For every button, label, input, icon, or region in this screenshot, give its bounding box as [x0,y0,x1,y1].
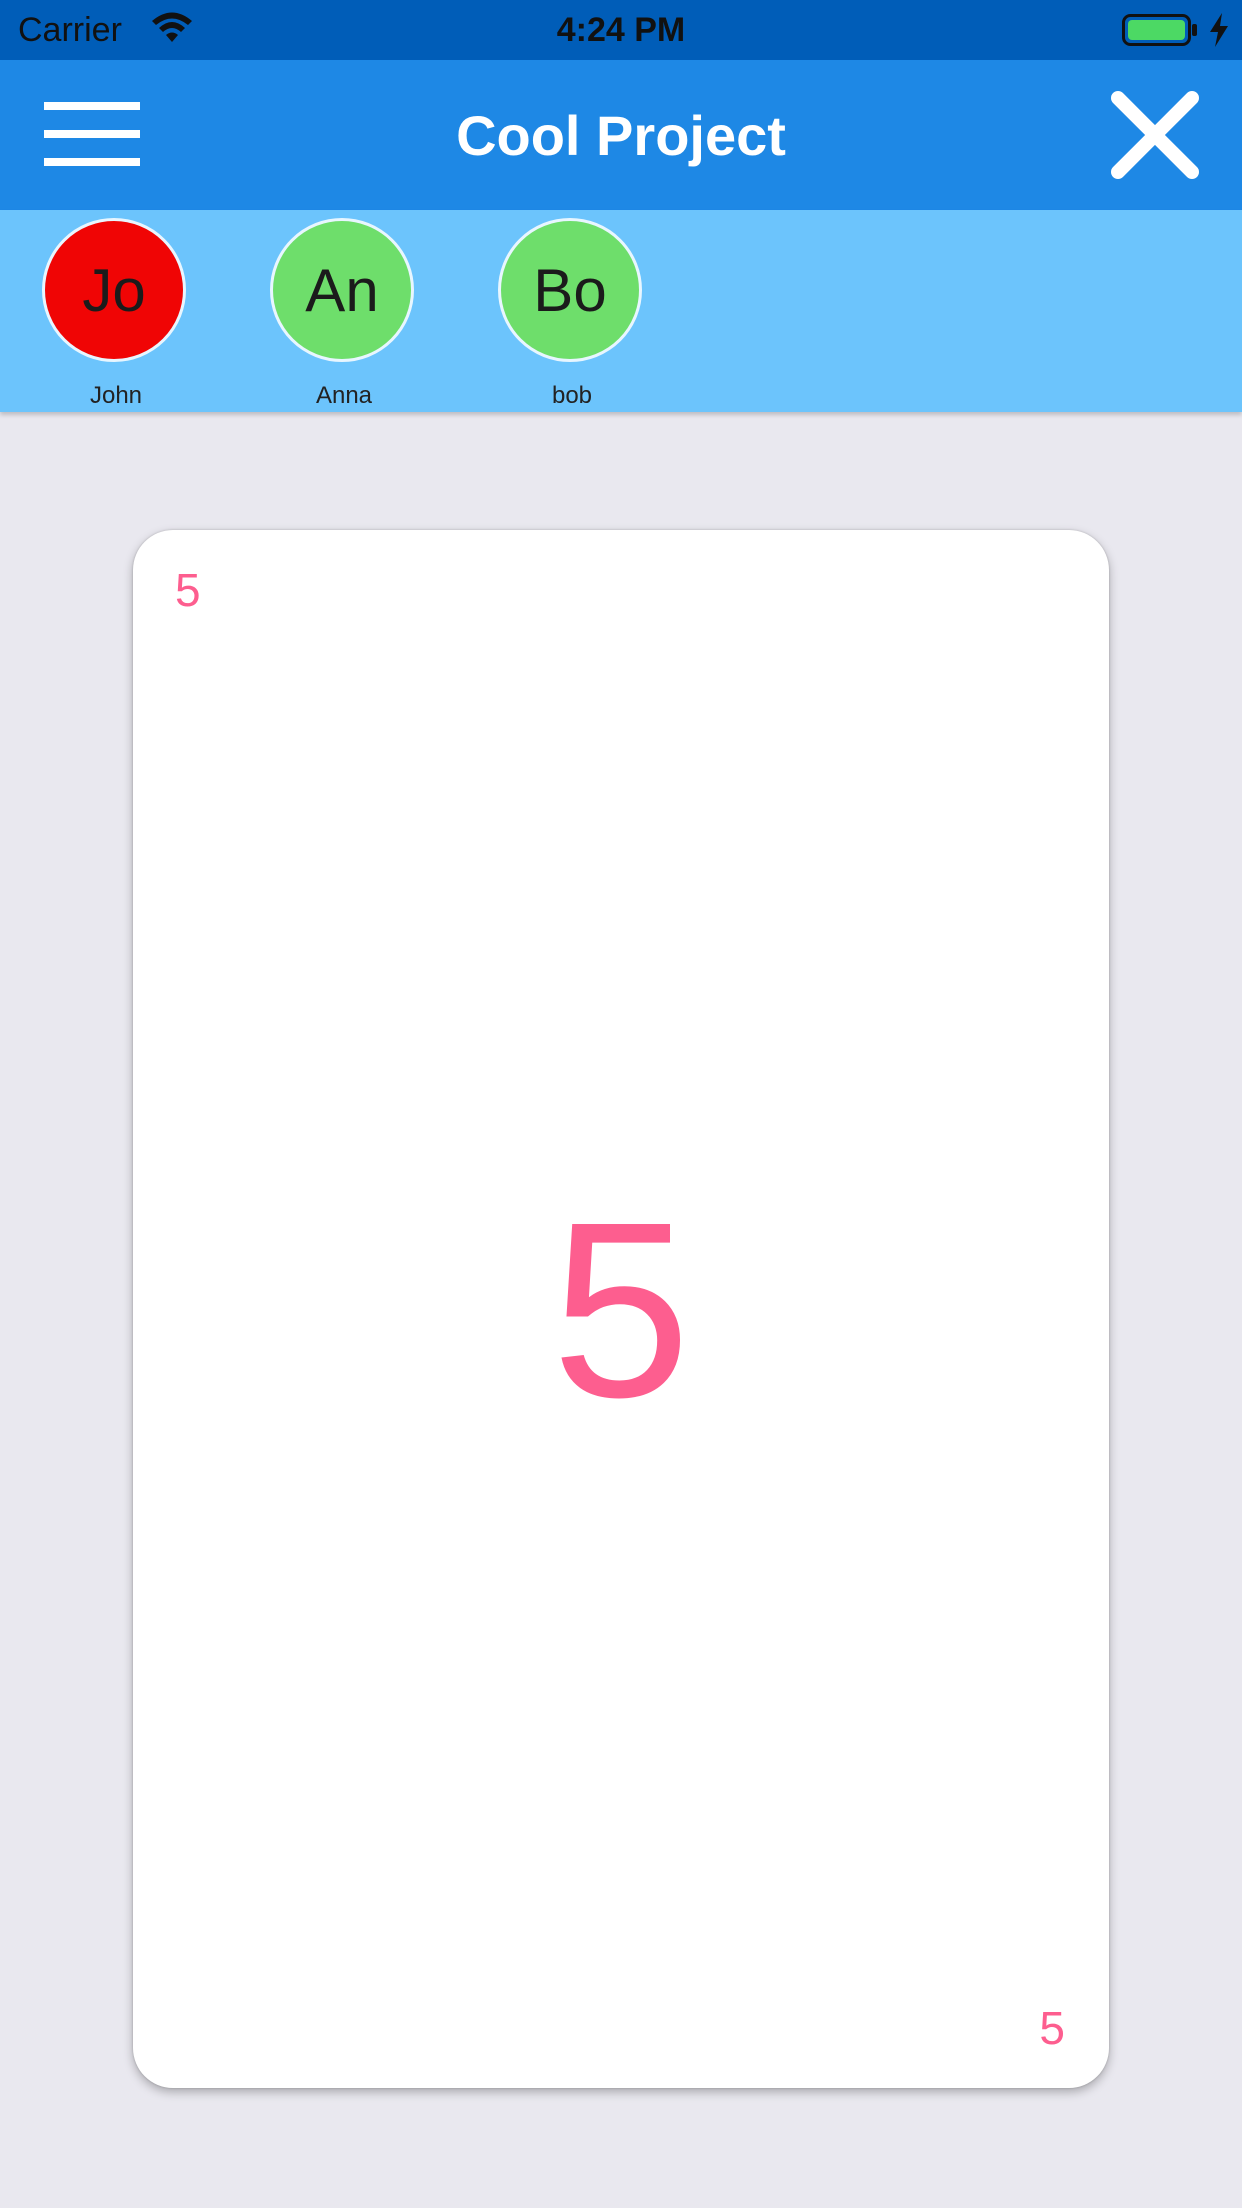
card-value: 5 [551,1170,691,1449]
estimate-card[interactable]: 5 5 5 [133,530,1109,2088]
status-bar: Carrier 4:24 PM [0,0,1242,60]
avatar-initials: An [305,256,379,324]
avatar: Jo [42,218,186,362]
avatar: An [270,218,414,362]
participants-bar: Jo John An Anna Bo bob [0,210,1242,412]
close-icon[interactable] [1108,88,1202,182]
charging-bolt-icon [1210,13,1228,47]
card-corner-value-top: 5 [175,564,201,616]
avatar-initials: Bo [533,256,607,324]
participant-bob[interactable]: Bo bob [492,218,652,409]
avatar: Bo [498,218,642,362]
participant-john[interactable]: Jo John [36,218,196,409]
avatar-initials: Jo [82,256,146,324]
app-bar: Cool Project [0,60,1242,210]
card-corner-value-bottom: 5 [1039,2002,1065,2054]
page-title: Cool Project [456,104,786,167]
participant-name: Anna [315,382,373,409]
battery-icon [1122,14,1197,46]
status-time: 4:24 PM [556,11,686,49]
participant-name: bob [551,382,593,409]
participant-name: John [89,382,143,409]
participant-anna[interactable]: An Anna [264,218,424,409]
